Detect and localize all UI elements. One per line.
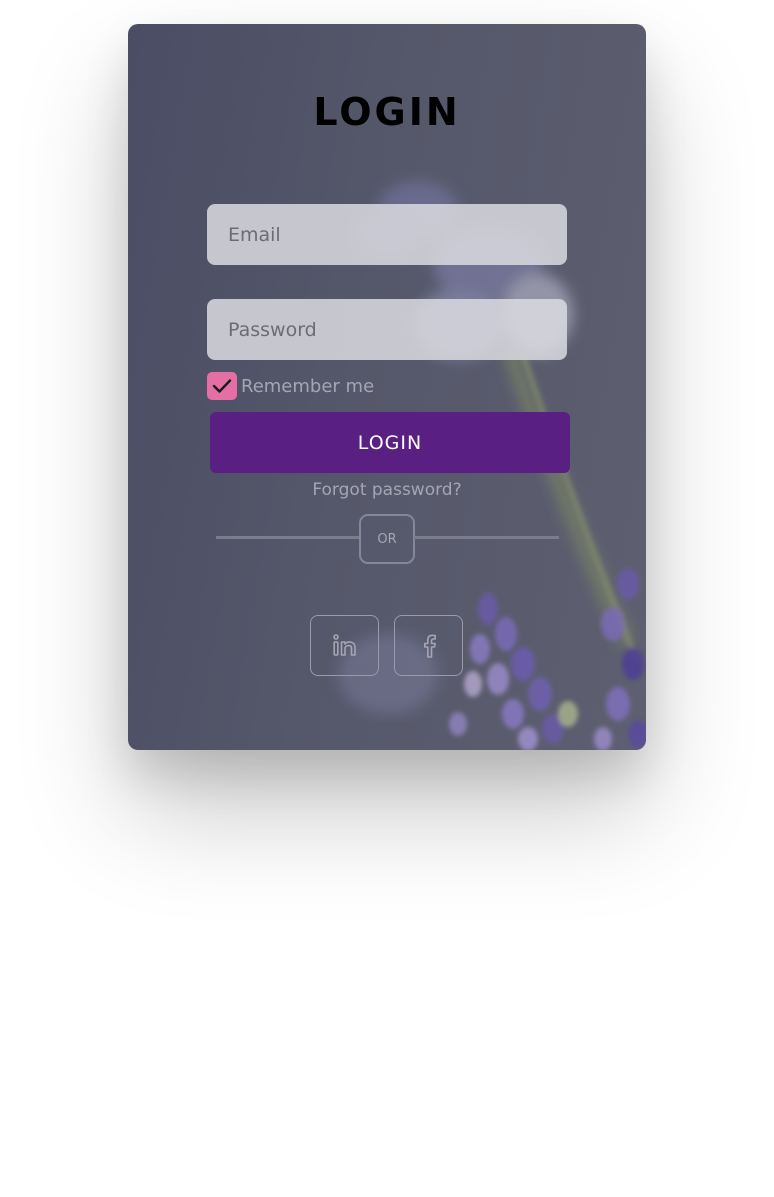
email-field[interactable] (207, 204, 567, 265)
email-input[interactable] (226, 222, 567, 247)
checkmark-icon (212, 379, 232, 393)
forgot-password-link[interactable]: Forgot password? (128, 480, 646, 500)
divider-line-left (216, 536, 360, 539)
remember-me-checkbox[interactable] (207, 372, 237, 400)
password-field[interactable] (207, 299, 567, 360)
facebook-button[interactable] (394, 615, 463, 676)
login-button[interactable]: LOGIN (210, 412, 570, 473)
linkedin-icon (332, 633, 356, 656)
remember-me-row[interactable]: Remember me (207, 371, 374, 401)
facebook-icon (423, 634, 436, 658)
remember-me-label: Remember me (241, 375, 375, 397)
or-divider: OR (359, 514, 415, 564)
linkedin-button[interactable] (310, 615, 379, 676)
login-card: LOGIN Remember me LOGIN Forgot password?… (128, 24, 646, 750)
password-input[interactable] (226, 317, 567, 342)
login-title: LOGIN (313, 90, 461, 134)
divider-line-right (414, 536, 559, 539)
